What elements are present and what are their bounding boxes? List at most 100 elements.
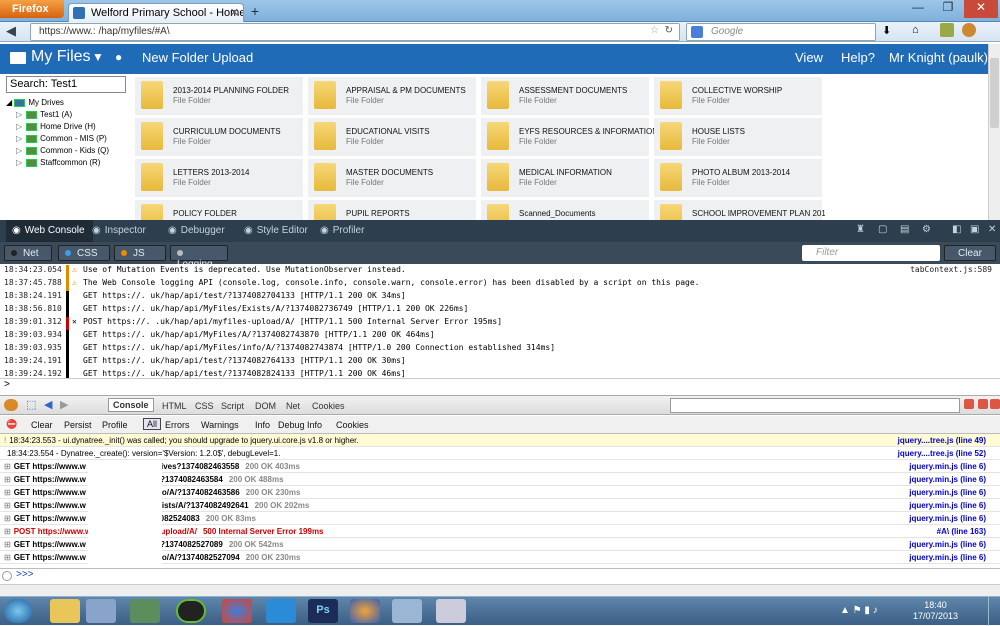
forward-icon[interactable]: ▶ xyxy=(60,398,68,411)
upload-button[interactable]: Upload xyxy=(212,50,253,65)
chrome-icon[interactable] xyxy=(222,599,252,623)
show-desktop-button[interactable] xyxy=(988,597,1000,626)
tree-drive-item[interactable]: ▷ Staffcommon (R) xyxy=(16,158,100,167)
firebug-filter-info[interactable]: Info xyxy=(255,420,270,430)
folder-item[interactable]: Scanned_Documents xyxy=(481,200,649,220)
log-row[interactable]: 18:34:23.554 - Dynatree._create(): versi… xyxy=(0,447,1000,460)
start-button[interactable] xyxy=(4,599,32,623)
folder-item[interactable]: SCHOOL IMPROVEMENT PLAN 2013 xyxy=(654,200,825,220)
ie-icon[interactable] xyxy=(266,599,296,623)
tree-drive-item[interactable]: ▷ Common - Kids (Q) xyxy=(16,146,109,155)
log-source-link[interactable]: jquery.min.js (line 6) xyxy=(909,488,986,497)
firebug-panel-html[interactable]: HTML xyxy=(162,401,187,411)
log-source-link[interactable]: jquery.min.js (line 6) xyxy=(909,462,986,471)
folder-item[interactable]: EDUCATIONAL VISITS File Folder xyxy=(308,118,476,156)
firefox-menu-button[interactable]: Firefox xyxy=(0,0,64,18)
tree-root[interactable]: ◢ My Drives xyxy=(6,98,64,107)
spotify-icon[interactable] xyxy=(176,599,206,623)
settings-icon[interactable]: ⚙ xyxy=(922,224,931,235)
responsive-icon[interactable]: ▢ xyxy=(878,224,887,235)
firebug-panel-css[interactable]: CSS xyxy=(195,401,214,411)
dropdown-chevron-icon[interactable]: ▼ xyxy=(92,50,104,64)
console-row[interactable]: 18:39:01.312 ✕ POST https://. .uk/hap/api/… xyxy=(0,317,1000,330)
log-source-link[interactable]: jquery....tree.js (line 49) xyxy=(898,436,986,445)
folder-item[interactable]: HOUSE LISTS File Folder xyxy=(654,118,822,156)
photoshop-icon[interactable]: Ps xyxy=(308,599,338,623)
net-filter[interactable]: Net xyxy=(4,245,52,261)
addon-icon[interactable] xyxy=(940,23,954,37)
maximize-icon[interactable]: ❐ xyxy=(934,0,962,18)
console-row[interactable]: 18:38:24.191 GET https://. uk/hap/api/tes… xyxy=(0,291,1000,304)
pick-icon[interactable]: ♜ xyxy=(856,224,865,235)
firebug-filter-warnings[interactable]: Warnings xyxy=(201,420,239,430)
command-toggle-icon[interactable] xyxy=(2,571,12,581)
console-row[interactable]: 18:37:45.788 ⚠ The Web Console logging API… xyxy=(0,278,1000,291)
folder-item[interactable]: COLLECTIVE WORSHIP File Folder xyxy=(654,77,822,115)
firebug-filter-cookies[interactable]: Cookies xyxy=(336,420,369,430)
folder-item[interactable]: ASSESSMENT DOCUMENTS File Folder xyxy=(481,77,649,115)
tree-drive-item[interactable]: ▷ Common - MIS (P) xyxy=(16,134,107,143)
log-source-link[interactable]: jquery....tree.js (line 52) xyxy=(898,449,986,458)
folder-item[interactable]: PHOTO ALBUM 2013-2014 File Folder xyxy=(654,159,822,197)
console-row[interactable]: 18:39:03.935 GET https://. uk/hap/api/MyF… xyxy=(0,343,1000,356)
minimize-icon[interactable]: — xyxy=(904,0,932,18)
download-icon[interactable]: ⬇ xyxy=(882,24,891,37)
home-icon[interactable]: ⌂ xyxy=(912,24,919,36)
folder-item[interactable]: APPRAISAL & PM DOCUMENTS File Folder xyxy=(308,77,476,115)
reload-icon[interactable]: ↻ xyxy=(665,25,673,36)
firebug-search-input[interactable] xyxy=(670,398,960,413)
log-source-link[interactable]: jquery.min.js (line 6) xyxy=(909,501,986,510)
logging-filter[interactable]: Logging xyxy=(170,245,228,270)
help-link[interactable]: Help? xyxy=(841,50,875,65)
firebug-panel-net[interactable]: Net xyxy=(286,401,300,411)
window-icon[interactable]: ▣ xyxy=(970,224,979,235)
horizontal-scrollbar[interactable] xyxy=(0,584,1000,596)
back-arrow-icon[interactable]: ◀ xyxy=(6,23,16,39)
close-firebug-icon[interactable] xyxy=(990,399,1000,409)
console-source-link[interactable]: tabContext.js:589 xyxy=(910,265,992,274)
log-source-link[interactable]: jquery.min.js (line 6) xyxy=(909,475,986,484)
bookmark-star-icon[interactable]: ☆ xyxy=(650,25,659,36)
window-close-icon[interactable]: ✕ xyxy=(964,0,998,18)
new-tab-button[interactable]: + xyxy=(246,3,264,20)
user-menu[interactable]: Mr Knight (paulk) xyxy=(889,50,988,65)
minimize-firebug-icon[interactable] xyxy=(964,399,974,409)
inspect-icon[interactable]: ⬚ xyxy=(26,398,36,411)
search-input[interactable]: Search: Test1 xyxy=(6,76,126,93)
firebug-command-line[interactable]: >>> xyxy=(0,568,1000,584)
console-row[interactable]: 18:34:23.054 ⚠ Use of Mutation Events is d… xyxy=(0,265,1000,278)
close-devtools-icon[interactable]: ✕ xyxy=(988,224,996,235)
detach-firebug-icon[interactable] xyxy=(978,399,988,409)
firebug-logo-icon[interactable] xyxy=(4,399,18,411)
breakpoint-icon[interactable]: ⛔ xyxy=(6,419,17,430)
devtools-tab-debugger[interactable]: ◉ Debugger xyxy=(162,220,233,242)
firebug-filter-persist[interactable]: Persist xyxy=(64,420,92,430)
tray-icons[interactable]: ▲ ⚑ ▮ ♪ xyxy=(840,605,878,616)
firebug-filter-clear[interactable]: Clear xyxy=(31,420,53,430)
tree-drive-item[interactable]: ▷ Home Drive (H) xyxy=(16,122,96,131)
folder-item[interactable]: PUPIL REPORTS xyxy=(308,200,476,220)
url-bar[interactable]: https://www.: /hap/myfiles/#A\ ☆ ↻ xyxy=(30,23,680,41)
explorer-icon[interactable] xyxy=(50,599,80,623)
new-folder-button[interactable]: New Folder xyxy=(142,50,208,65)
devtools-tab-profiler[interactable]: ◉ Profiler xyxy=(314,220,372,242)
console-row[interactable]: 18:39:24.191 GET https://. uk/hap/api/tes… xyxy=(0,356,1000,369)
page-scrollbar[interactable] xyxy=(988,44,1000,220)
folder-item[interactable]: POLICY FOLDER xyxy=(135,200,303,220)
media-icon[interactable] xyxy=(130,599,160,623)
tree-drive-item[interactable]: ▷ Test1 (A) xyxy=(16,110,72,119)
close-tab-icon[interactable]: ✕ xyxy=(230,6,239,19)
expand-arrow-icon[interactable]: ▷ xyxy=(16,110,22,119)
folder-item[interactable]: 2013-2014 PLANNING FOLDER File Folder xyxy=(135,77,303,115)
back-icon[interactable]: ◀ xyxy=(44,398,52,411)
log-source-link[interactable]: jquery.min.js (line 6) xyxy=(909,514,986,523)
view-menu[interactable]: View xyxy=(795,50,823,65)
log-row[interactable]: ! 18:34:23.553 - ui.dynatree._init() was … xyxy=(0,434,1000,447)
log-source-link[interactable]: #A\ (line 163) xyxy=(937,527,986,536)
expand-arrow-icon[interactable]: ▷ xyxy=(16,122,22,131)
expand-arrow-icon[interactable]: ▷ xyxy=(16,158,22,167)
console-row[interactable]: 18:39:03.934 GET https://. uk/hap/api/MyF… xyxy=(0,330,1000,343)
firebug-filter-profile[interactable]: Profile xyxy=(102,420,128,430)
folder-item[interactable]: LETTERS 2013-2014 File Folder xyxy=(135,159,303,197)
search-bar[interactable]: Google xyxy=(686,23,876,41)
